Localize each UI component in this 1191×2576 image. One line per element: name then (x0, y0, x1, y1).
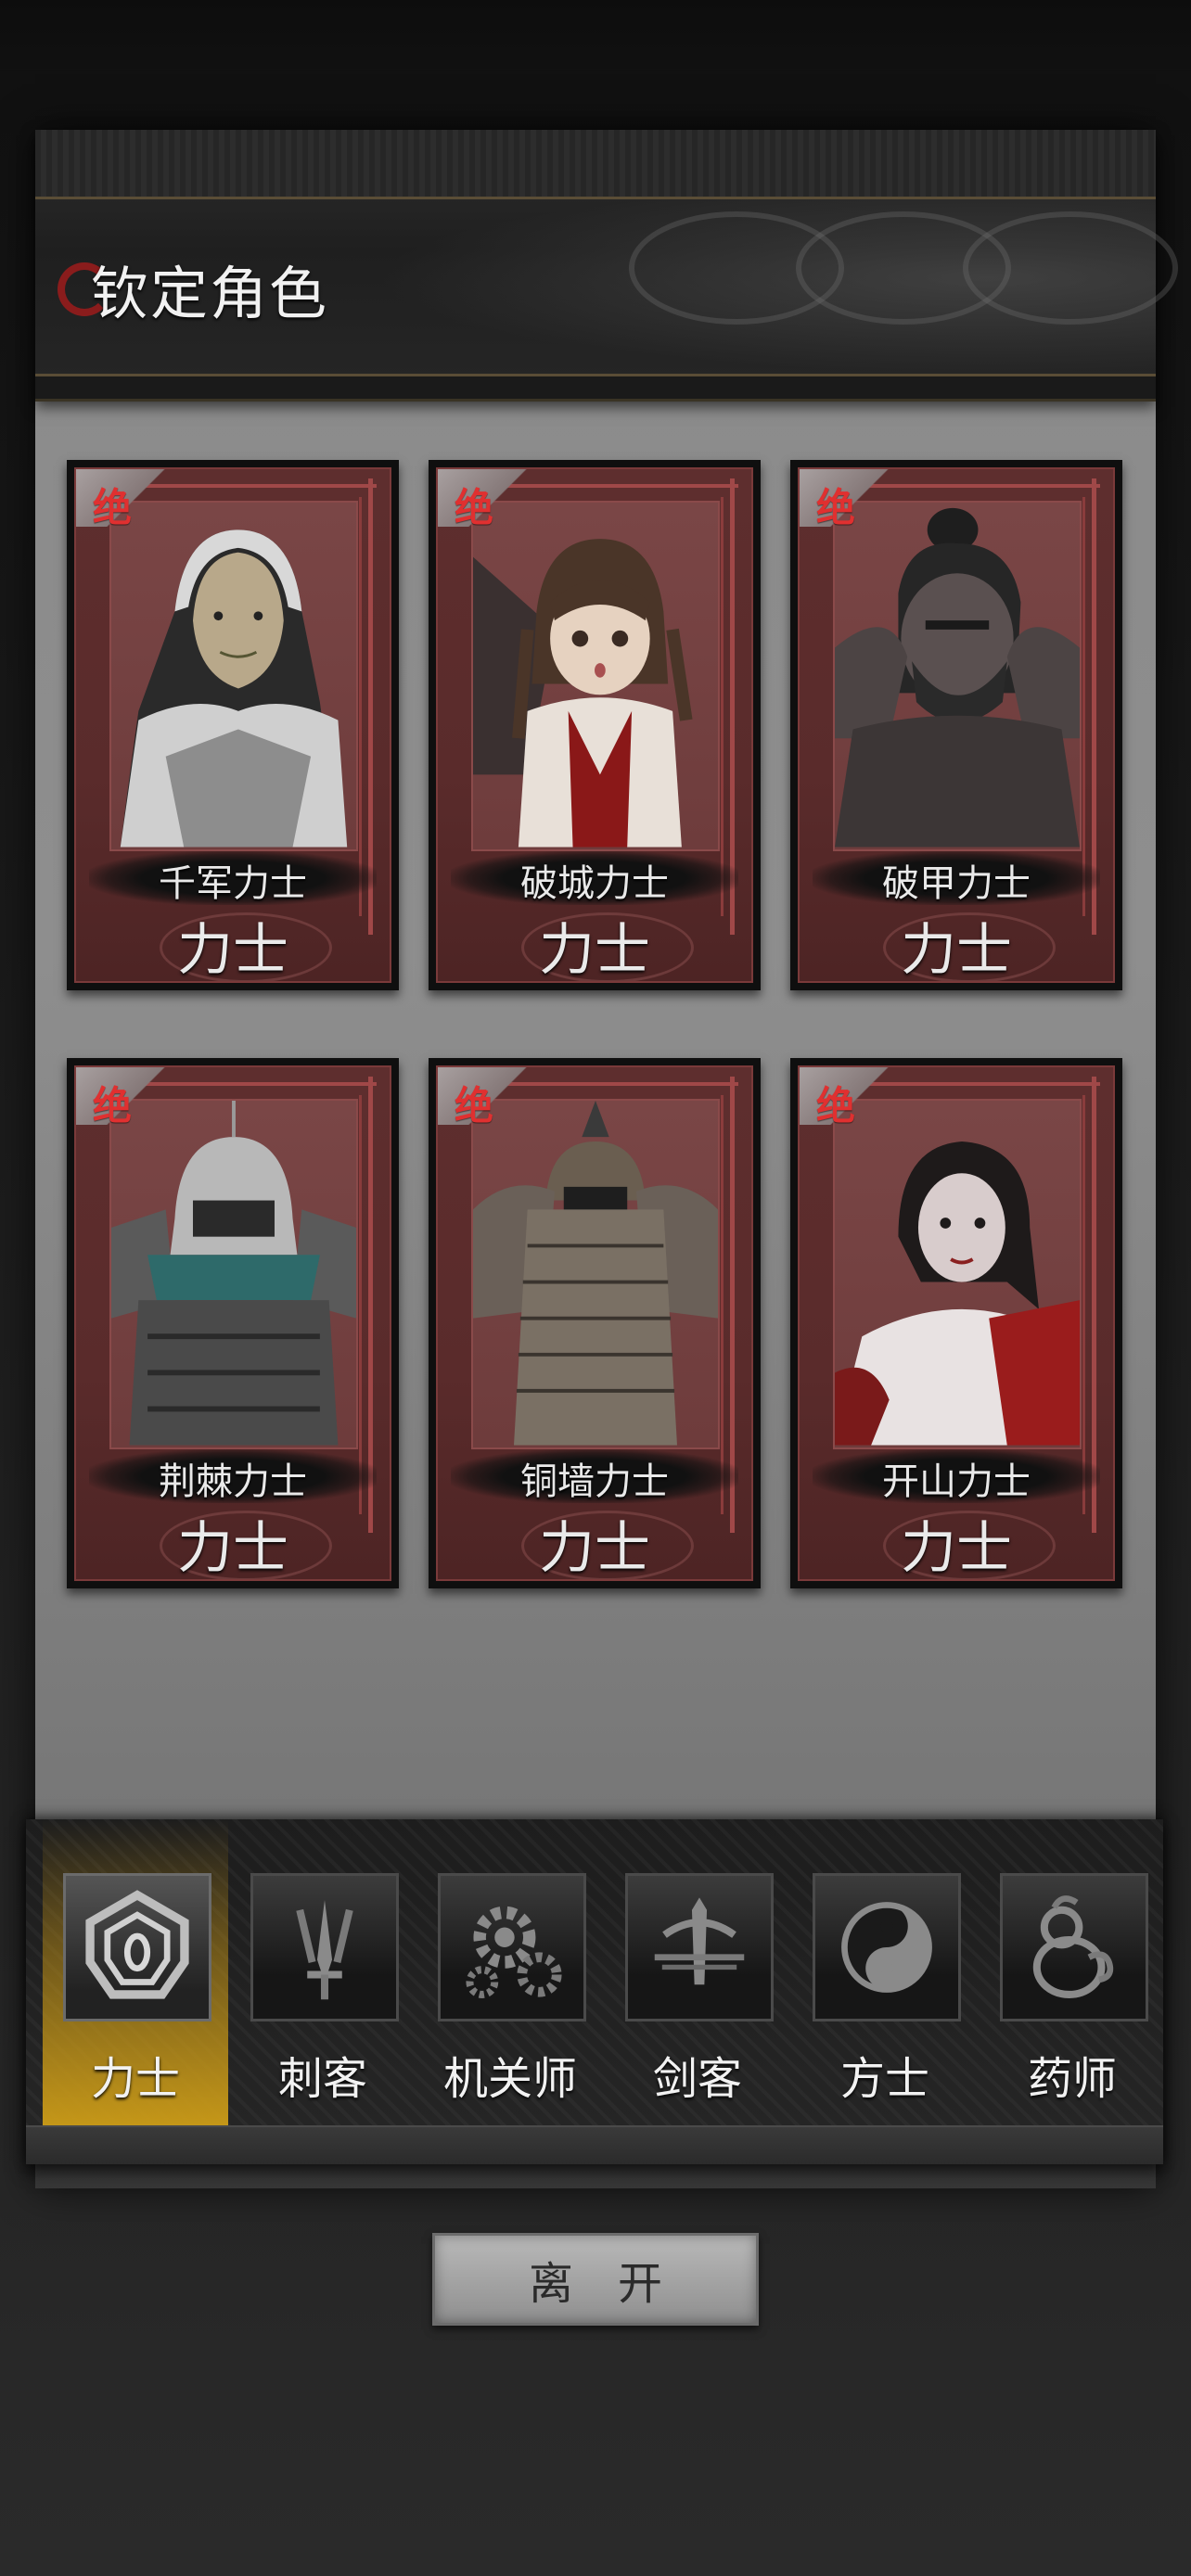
woman-warrior-portrait (835, 1141, 1080, 1446)
tab-icon-box (1000, 1873, 1148, 2021)
page-title: 钦定角色 (91, 260, 329, 327)
card-frame: 绝 千军力士 力士 (74, 467, 391, 983)
character-class: 力士 (177, 1516, 288, 1581)
card-trim (132, 1082, 377, 1086)
gears-icon (466, 1906, 562, 1998)
scale-armor-giant-portrait (473, 1101, 718, 1446)
tab-icon-box (625, 1873, 774, 2021)
gourd-icon (1032, 1895, 1114, 1998)
character-card[interactable]: 绝 千军力士 力士 (67, 460, 399, 990)
tab-label: 力士 (90, 2053, 180, 2105)
card-frame: 绝 破城力士 力士 (436, 467, 753, 983)
tab-lishi[interactable]: 力士 (43, 1819, 228, 2135)
yin-yang-icon (841, 1902, 932, 1993)
tab-icon-box (63, 1873, 211, 2021)
character-name: 破城力士 (520, 862, 669, 905)
header-trim-bottom (35, 374, 1156, 399)
card-frame: 绝 铜墙力士 力士 (436, 1065, 753, 1581)
tab-label: 剑客 (652, 2053, 742, 2105)
rarity-badge: 绝 (816, 485, 856, 530)
shield-eye-icon (85, 1890, 189, 1999)
bearded-strongman-portrait (835, 507, 1080, 848)
young-girl-portrait (473, 539, 693, 848)
character-name: 开山力士 (882, 1460, 1031, 1503)
portrait-area (833, 1099, 1082, 1449)
rarity-badge: 绝 (93, 1083, 133, 1129)
character-class: 力士 (177, 918, 288, 983)
character-card[interactable]: 绝 铜墙力士 力士 (429, 1058, 761, 1588)
character-card[interactable]: 绝 荆棘力士 力士 (67, 1058, 399, 1588)
tab-label: 刺客 (277, 2053, 367, 2105)
claw-blade-icon (296, 1900, 353, 2000)
armored-knight-portrait (111, 1101, 356, 1446)
character-card[interactable]: 绝 破城力士 力士 (429, 460, 761, 990)
tab-jiguanshi[interactable]: 机关师 (417, 1819, 603, 2135)
tab-label: 药师 (1027, 2053, 1117, 2105)
sword-icon (654, 1897, 745, 1985)
rarity-badge: 绝 (455, 485, 494, 530)
rarity-badge: 绝 (93, 485, 133, 530)
character-class: 力士 (539, 1516, 650, 1581)
class-tab-bar: 力士 刺客 机关师 剑客 方士 药师 (26, 1819, 1163, 2164)
character-card[interactable]: 绝 破甲力士 力士 (790, 460, 1122, 990)
tab-icon-box (813, 1873, 961, 2021)
hooded-warrior-portrait (120, 529, 348, 848)
leave-button[interactable]: 离开 (432, 2233, 759, 2326)
tab-jianke[interactable]: 剑客 (605, 1819, 790, 2135)
rarity-badge: 绝 (816, 1083, 856, 1129)
rarity-badge: 绝 (455, 1083, 494, 1129)
card-frame: 绝 开山力士 力士 (798, 1065, 1115, 1581)
tab-fangshi[interactable]: 方士 (792, 1819, 978, 2135)
portrait-area (109, 1099, 358, 1449)
character-card[interactable]: 绝 开山力士 力士 (790, 1058, 1122, 1588)
portrait-area (833, 501, 1082, 851)
tab-label: 机关师 (442, 2053, 577, 2105)
portrait-area (109, 501, 358, 851)
character-class: 力士 (901, 918, 1012, 983)
character-class: 力士 (539, 918, 650, 983)
game-screen: 钦定角色 绝 千军力士 力士 绝 破城力士 力士 绝 破甲力士 力士 绝 荆棘力… (0, 0, 1191, 2576)
tab-icon-box (438, 1873, 586, 2021)
tab-yaoshi[interactable]: 药师 (980, 1819, 1165, 2135)
character-class: 力士 (901, 1516, 1012, 1581)
character-name: 荆棘力士 (159, 1460, 307, 1503)
card-trim (493, 484, 738, 488)
card-frame: 绝 破甲力士 力士 (798, 467, 1115, 983)
card-frame: 绝 荆棘力士 力士 (74, 1065, 391, 1581)
character-name: 铜墙力士 (520, 1460, 669, 1503)
portrait-area (471, 1099, 720, 1449)
card-trim (132, 484, 377, 488)
tab-cike[interactable]: 刺客 (230, 1819, 416, 2135)
card-trim (855, 1082, 1100, 1086)
header-trim-top (35, 130, 1156, 199)
character-name: 破甲力士 (882, 862, 1031, 905)
card-trim (855, 484, 1100, 488)
tab-icon-box (250, 1873, 399, 2021)
card-trim (493, 1082, 738, 1086)
title-group: 钦定角色 (58, 249, 328, 332)
character-name: 千军力士 (159, 862, 307, 905)
cloud-ornament (963, 211, 1178, 325)
tab-label: 方士 (839, 2053, 929, 2105)
portrait-area (471, 501, 720, 851)
